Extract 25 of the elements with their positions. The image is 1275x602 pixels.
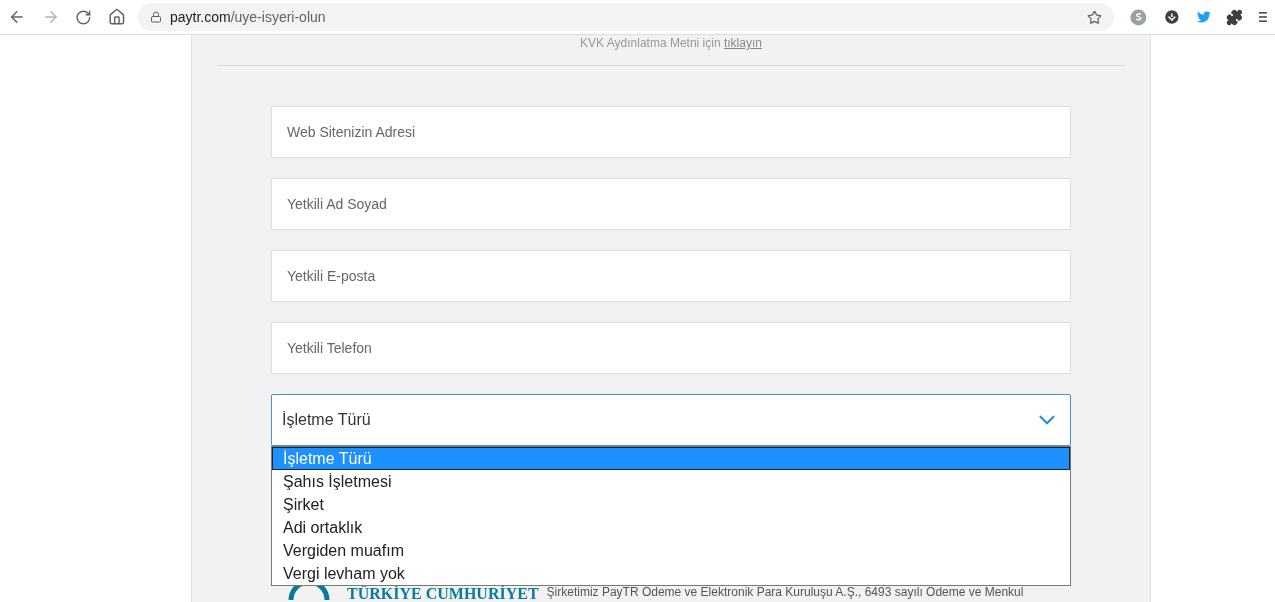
extensions-icon[interactable] xyxy=(1226,8,1244,26)
home-icon[interactable] xyxy=(108,8,126,26)
dropdown-option[interactable]: Vergi levham yok xyxy=(272,562,1070,585)
bookmark-star-icon[interactable] xyxy=(1087,9,1103,25)
dropdown-option[interactable]: Vergiden muafım xyxy=(272,539,1070,562)
footer-text: Şirketimiz PayTR Ödeme ve Elektronik Para Kuruluşu A.Ş., 6493 sayılı Ödeme ve Menkul xyxy=(546,585,1024,599)
bird-icon[interactable] xyxy=(1196,11,1211,23)
logo-text: TÜRKİYE CUMHURİYET xyxy=(347,586,539,602)
text-field[interactable]: Web Sitenizin Adresi xyxy=(271,106,1071,158)
url-text: paytr.com/uye-isyeri-olun xyxy=(169,7,327,27)
dropdown-option[interactable]: Adi ortaklık xyxy=(272,516,1070,539)
download-icon[interactable] xyxy=(1162,8,1181,26)
text-field[interactable]: Yetkili Telefon xyxy=(271,322,1071,374)
dropdown-option[interactable]: Şahıs İşletmesi xyxy=(272,470,1070,493)
text-field[interactable]: Yetkili Ad Soyad xyxy=(271,178,1071,230)
reload-icon[interactable] xyxy=(75,8,93,26)
text-field[interactable]: Yetkili E-posta xyxy=(271,250,1071,302)
kvk-notice: KVK Aydınlatma Metni için tıklayın xyxy=(580,36,762,50)
dropdown-option[interactable]: Şirket xyxy=(272,493,1070,516)
business-type-select[interactable]: İşletme Türü xyxy=(271,394,1071,446)
skype-icon[interactable] xyxy=(1130,8,1147,26)
address-bar[interactable]: paytr.com/uye-isyeri-olun xyxy=(137,3,1115,31)
back-icon[interactable] xyxy=(8,8,26,26)
menu-icon[interactable] xyxy=(1259,11,1267,23)
lock-icon xyxy=(149,11,162,23)
